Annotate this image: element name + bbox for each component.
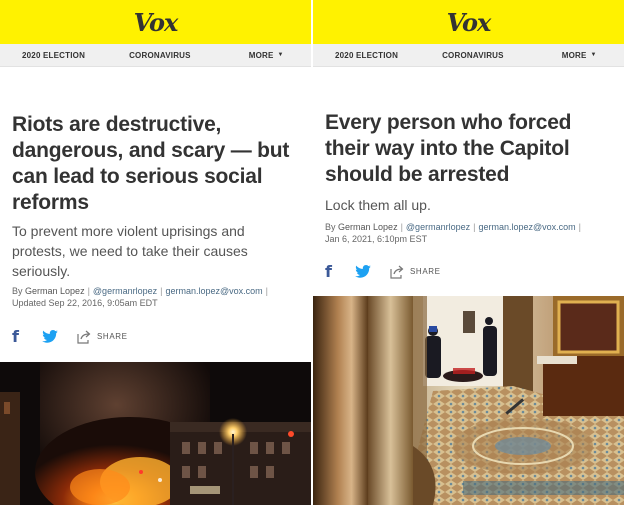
share-label: SHARE <box>97 332 128 341</box>
published-timestamp: Jan 6, 2021, 6:10pm EST <box>325 234 428 244</box>
vox-logo[interactable]: Vox <box>447 8 492 37</box>
share-row: f SHARE <box>325 262 441 281</box>
nav-bar: 2020 ELECTION CORONAVIRUS MORE ▼ <box>0 44 311 67</box>
share-row: f SHARE <box>12 327 128 346</box>
share-button[interactable]: SHARE <box>389 264 441 280</box>
byline: By German Lopez | @germanrlopez | german.lop… <box>325 222 581 244</box>
article-panel-left: Vox 2020 ELECTION CORONAVIRUS MORE ▼ Rio… <box>0 0 311 505</box>
share-arrow-icon <box>390 265 404 279</box>
twitter-handle-link[interactable]: @germanrlopez <box>93 286 157 296</box>
nav-more-button[interactable]: MORE ▼ <box>249 51 284 60</box>
article-headline: Every person who forced their way into t… <box>325 111 572 186</box>
byline-prefix: By <box>325 222 336 232</box>
nav-item-2020-election[interactable]: 2020 ELECTION <box>22 51 85 60</box>
nav-item-coronavirus[interactable]: CORONAVIRUS <box>129 51 191 60</box>
nav-more-label: MORE <box>248 50 274 60</box>
article-headline: Riots are destructive, dangerous, and sc… <box>12 113 290 214</box>
twitter-handle-link[interactable]: @germanrlopez <box>406 222 470 232</box>
share-label: SHARE <box>410 267 441 276</box>
share-button[interactable]: SHARE <box>76 329 128 345</box>
author-link[interactable]: German Lopez <box>25 286 85 296</box>
byline: By German Lopez | @germanrlopez | german.lop… <box>12 286 268 308</box>
share-arrow-icon <box>77 330 91 344</box>
article-dek: Lock them all up. <box>325 197 431 213</box>
email-link[interactable]: german.lopez@vox.com <box>165 286 262 296</box>
updated-timestamp: Updated Sep 22, 2016, 9:05am EDT <box>12 298 158 308</box>
facebook-icon[interactable]: f <box>325 262 355 281</box>
article-dek: To prevent more violent uprisings and pr… <box>12 223 248 279</box>
nav-item-2020-election[interactable]: 2020 ELECTION <box>335 51 398 60</box>
author-link[interactable]: German Lopez <box>338 222 398 232</box>
capitol-interior-photo <box>313 296 624 505</box>
nav-more-button[interactable]: MORE ▼ <box>562 51 597 60</box>
caret-down-icon: ▼ <box>590 52 597 58</box>
email-link[interactable]: german.lopez@vox.com <box>478 222 575 232</box>
brand-bar: Vox <box>0 0 311 44</box>
twitter-icon[interactable] <box>355 265 389 278</box>
facebook-icon[interactable]: f <box>12 327 42 346</box>
article-panel-right: Vox 2020 ELECTION CORONAVIRUS MORE ▼ Eve… <box>313 0 624 505</box>
nav-more-label: MORE <box>561 50 587 60</box>
brand-bar: Vox <box>313 0 624 44</box>
nav-item-coronavirus[interactable]: CORONAVIRUS <box>442 51 504 60</box>
byline-prefix: By <box>12 286 23 296</box>
nav-bar: 2020 ELECTION CORONAVIRUS MORE ▼ <box>313 44 624 67</box>
vox-logo[interactable]: Vox <box>134 8 179 37</box>
caret-down-icon: ▼ <box>277 52 284 58</box>
twitter-icon[interactable] <box>42 330 76 343</box>
riot-fire-photo <box>0 362 311 505</box>
